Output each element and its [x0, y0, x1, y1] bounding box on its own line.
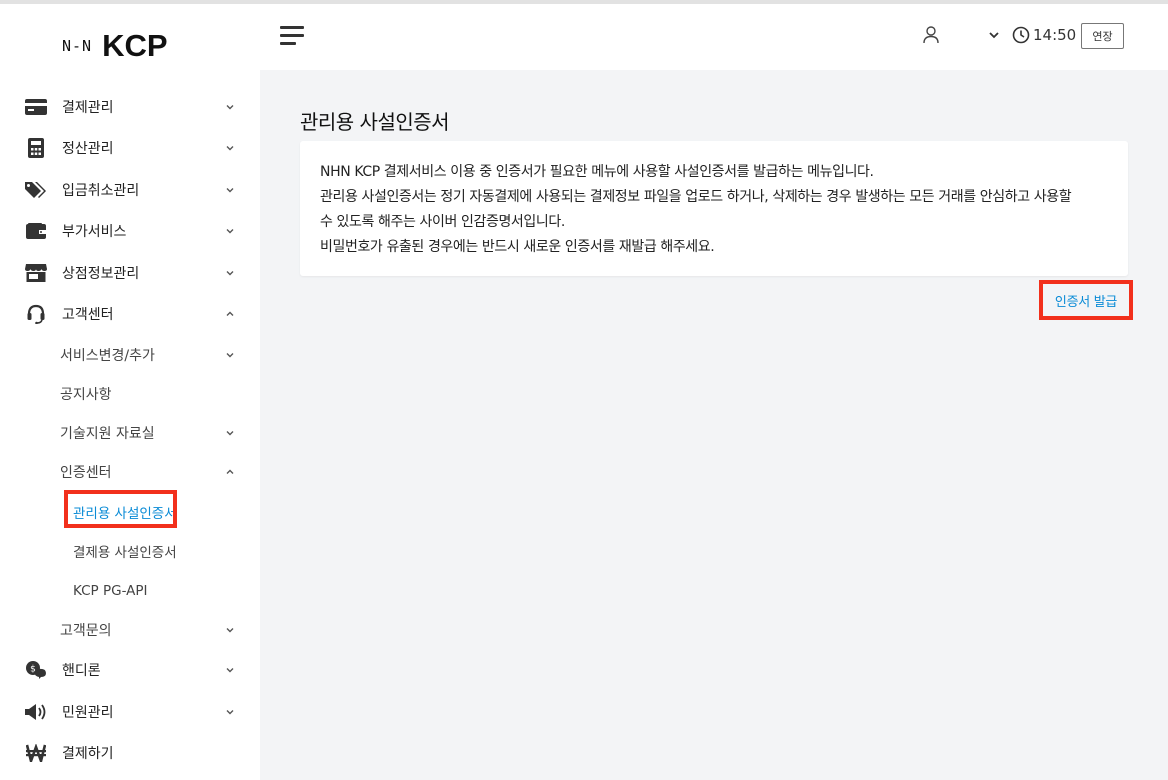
sidebar-subitem-payment-cert[interactable]: 결제용 사설인증서: [0, 531, 260, 571]
chevron-up-icon: [226, 311, 234, 317]
sidebar-item-extra-services[interactable]: 부가서비스: [0, 211, 260, 253]
credit-card-icon: [24, 95, 48, 119]
sidebar-nav: 결제관리 정산관리 입금취소관리 부가서비스 상점정보관리 고객센터 서비스변경…: [0, 86, 260, 774]
sidebar-subitem-cert-center[interactable]: 인증센터: [0, 453, 260, 492]
chevron-down-icon: [226, 352, 234, 358]
issue-certificate-button[interactable]: 인증서 발급: [1055, 291, 1117, 310]
chevron-up-icon: [226, 469, 234, 475]
chevron-down-icon: [226, 229, 234, 234]
session-time: 14:50: [1033, 26, 1077, 44]
calculator-icon: [24, 136, 48, 160]
chevron-down-icon: [226, 668, 234, 673]
description-card: NHN KCP 결제서비스 이용 중 인증서가 필요한 메뉴에 사용할 사설인증…: [300, 141, 1128, 276]
sidebar-subitem-tech-support[interactable]: 기술지원 자료실: [0, 413, 260, 452]
sidebar-subitem-label: 공지사항: [60, 386, 112, 403]
description-line: 수 있도록 해주는 사이버 인감증명서입니다.: [320, 214, 565, 230]
logo-nhn-text: N‑N: [62, 37, 93, 55]
description-line: NHN KCP 결제서비스 이용 중 인증서가 필요한 메뉴에 사용할 사설인증…: [320, 164, 874, 180]
chevron-down-icon: [226, 104, 234, 110]
sidebar-item-label: 고객센터: [62, 307, 114, 324]
sidebar-item-label: 결제하기: [62, 746, 114, 763]
description-line: 비밀번호가 유출된 경우에는 반드시 새로운 인증서를 재발급 해주세요.: [320, 239, 715, 255]
sidebar-subitem-label: KCP PG-API: [73, 582, 148, 599]
chevron-down-icon: [226, 709, 234, 715]
sidebar-item-label: 상점정보관리: [62, 265, 140, 282]
menu-toggle-icon[interactable]: [280, 26, 304, 46]
highlight-box-sidebar: [64, 490, 177, 528]
sidebar-item-pay[interactable]: 결제하기: [0, 732, 260, 774]
sidebar-subitem-label: 결제용 사설인증서: [73, 545, 177, 561]
sidebar-item-customer-center[interactable]: 고객센터: [0, 294, 260, 336]
top-header: 14:50 연장: [260, 4, 1168, 70]
chevron-down-icon: [226, 146, 234, 151]
sidebar-item-handy-loan[interactable]: $ 핸디론: [0, 649, 260, 691]
sidebar-item-label: 입금취소관리: [62, 182, 140, 199]
megaphone-icon: [24, 700, 48, 724]
extend-session-button[interactable]: 연장: [1081, 23, 1124, 49]
svg-text:$: $: [30, 665, 36, 675]
sidebar-subitem-label: 고객문의: [60, 622, 112, 639]
page-title: 관리용 사설인증서: [300, 110, 450, 134]
sidebar-subitem-inquiry[interactable]: 고객문의: [0, 610, 260, 649]
sidebar-item-label: 핸디론: [62, 663, 101, 680]
sidebar-item-settlement[interactable]: 정산관리: [0, 128, 260, 170]
user-icon[interactable]: [922, 26, 940, 44]
sidebar-subitem-label: 인증센터: [60, 465, 112, 482]
coin-chat-icon: $: [24, 658, 48, 682]
sidebar: N‑N KCP 결제관리 정산관리 입금취소관리 부가서비스 상점정보관리 고객…: [0, 4, 260, 780]
chevron-down-icon: [226, 430, 234, 436]
sidebar-subitem-service-change[interactable]: 서비스변경/추가: [0, 335, 260, 374]
nhn-kcp-logo[interactable]: N‑N KCP: [62, 28, 168, 64]
sidebar-item-store-info[interactable]: 상점정보관리: [0, 252, 260, 294]
highlight-box-issue: 인증서 발급: [1039, 280, 1133, 320]
chevron-down-icon: [226, 187, 234, 193]
sidebar-item-payment[interactable]: 결제관리: [0, 86, 260, 128]
chevron-down-icon[interactable]: [988, 30, 1000, 40]
chevron-down-icon: [226, 627, 234, 633]
won-icon: [24, 741, 48, 765]
sidebar-subitem-label: 서비스변경/추가: [60, 347, 155, 364]
headset-icon: [24, 302, 48, 326]
store-icon: [24, 261, 48, 285]
chevron-down-icon: [226, 270, 234, 276]
sidebar-subitem-label: 기술지원 자료실: [60, 425, 155, 442]
description-line: 관리용 사설인증서는 정기 자동결제에 사용되는 결제정보 파일을 업로드 하거…: [320, 189, 1072, 205]
sidebar-subitem-notice[interactable]: 공지사항: [0, 374, 260, 413]
clock-icon: [1012, 26, 1030, 44]
tags-icon: [24, 178, 48, 202]
sidebar-item-label: 민원관리: [62, 704, 114, 721]
wallet-icon: [24, 219, 48, 243]
sidebar-subitem-pg-api[interactable]: KCP PG-API: [0, 571, 260, 611]
sidebar-item-label: 부가서비스: [62, 224, 127, 241]
sidebar-item-label: 정산관리: [62, 141, 114, 158]
sidebar-item-complaints[interactable]: 민원관리: [0, 691, 260, 733]
sidebar-item-deposit-cancel[interactable]: 입금취소관리: [0, 169, 260, 211]
sidebar-item-label: 결제관리: [62, 99, 114, 116]
logo-kcp-text: KCP: [102, 28, 168, 63]
